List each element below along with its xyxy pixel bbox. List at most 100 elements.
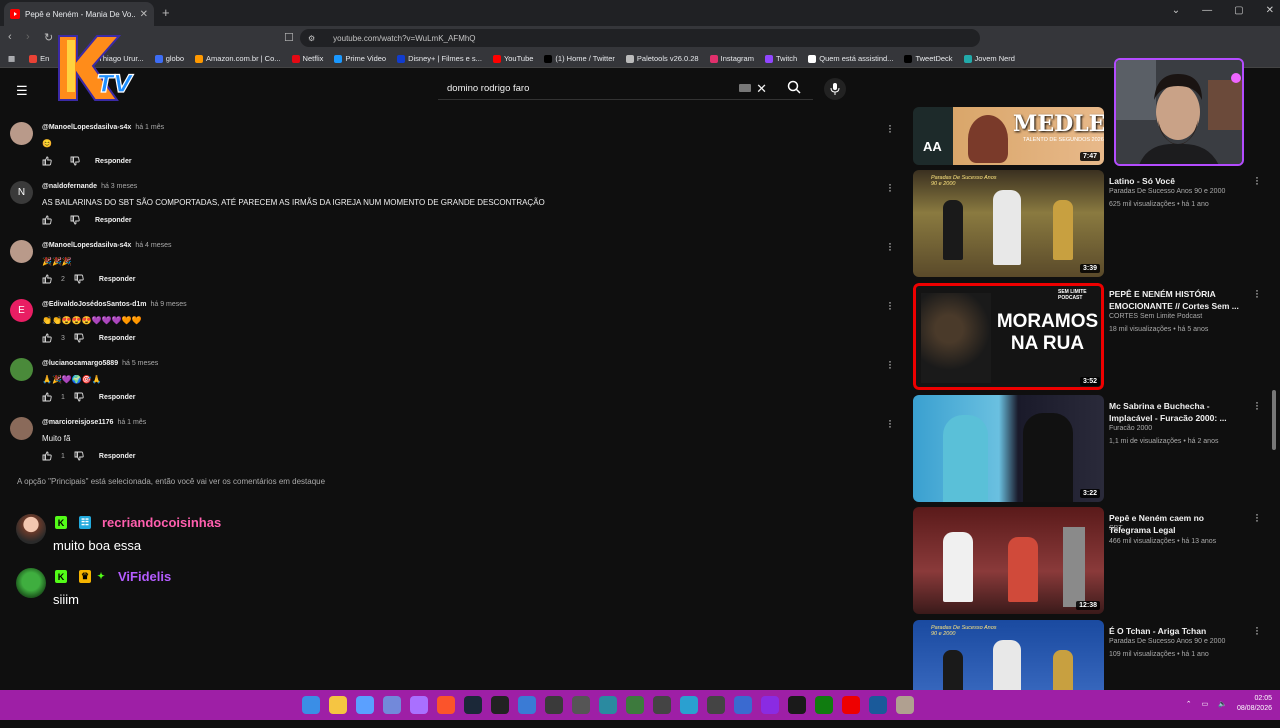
video-thumbnail[interactable]: MEDLEYTALENTO DE SEGUNDOS 2026AA7:47 [913,107,1104,165]
comment-time[interactable]: há 1 mês [135,124,164,131]
volume-icon[interactable]: 🔈 [1218,700,1227,708]
comment-options-icon[interactable]: · · · [886,296,894,314]
reply-button[interactable]: Responder [99,394,136,401]
search-icon[interactable] [787,80,801,94]
nvidia-icon[interactable] [788,696,806,714]
avatar[interactable]: E [10,299,33,322]
file-explorer-icon[interactable] [329,696,347,714]
bookmark-item[interactable]: YouTube [492,54,533,63]
tab-list-icon[interactable]: ⌄ [1172,5,1180,16]
comment-author[interactable]: @marcioreisjose1176 [42,419,113,426]
video-title[interactable]: Latino - Só Você [1109,175,1244,187]
video-title[interactable]: É O Tchan - Ariga Tchan [1109,625,1244,637]
bookmark-item[interactable]: Prime Video [334,54,386,63]
reply-button[interactable]: Responder [95,217,132,224]
dislike-icon[interactable] [70,215,80,225]
video-title[interactable]: Pepê e Neném caem no Telegrama Legal [1109,512,1244,536]
maximize-icon[interactable]: ▢ [1234,5,1243,16]
comment-author[interactable]: @ManoelLopesdasilva-s4x [42,124,131,131]
bookmark-item[interactable]: Quem está assistind... [808,54,893,63]
video-options-icon[interactable]: · · · [1253,508,1261,526]
bookmark-item[interactable]: globo [154,54,184,63]
like-icon[interactable] [42,333,52,343]
video-channel[interactable]: Furacão 2000 [1109,425,1152,432]
comment-time[interactable]: há 3 meses [101,183,137,190]
app-icon[interactable] [491,696,509,714]
comment-author[interactable]: @lucianocamargo5889 [42,360,118,367]
site-info-icon[interactable]: ⚙ [308,34,315,43]
app-icon[interactable] [572,696,590,714]
app-icon[interactable] [680,696,698,714]
bookmark-item[interactable]: TweetDeck [904,54,953,63]
video-title[interactable]: PEPÊ E NENÉM HISTÓRIA EMOCIONANTE // Cor… [1109,288,1244,312]
dislike-icon[interactable] [74,451,84,461]
app-icon[interactable] [896,696,914,714]
comment-options-icon[interactable]: · · · [886,178,894,196]
video-options-icon[interactable]: · · · [1253,171,1261,189]
bookmark-item[interactable]: Paletools v26.0.28 [625,54,699,63]
reply-button[interactable]: Responder [99,453,136,460]
avatar[interactable] [10,240,33,263]
comment-author[interactable]: @EdivaldoJosédosSantos-d1m [42,301,146,308]
comment-time[interactable]: há 9 meses [150,301,186,308]
avatar[interactable] [10,417,33,440]
close-tab-icon[interactable]: ✕ [140,9,148,20]
avatar[interactable]: N [10,181,33,204]
tray-chevron-icon[interactable]: ⌃ [1186,700,1192,708]
like-icon[interactable] [42,274,52,284]
reply-button[interactable]: Responder [99,335,136,342]
app-icon[interactable] [599,696,617,714]
comment-options-icon[interactable]: · · · [886,237,894,255]
video-channel[interactable]: Paradas De Sucesso Anos 90 e 2000 [1109,638,1225,645]
bookmark-item[interactable]: Disney+ | Filmes e s... [397,54,482,63]
clear-search-icon[interactable]: ✕ [756,81,767,97]
voice-search-icon[interactable] [824,78,846,100]
dislike-icon[interactable] [74,274,84,284]
comment-time[interactable]: há 4 meses [135,242,171,249]
app-icon[interactable] [545,696,563,714]
like-icon[interactable] [42,156,52,166]
comment-options-icon[interactable]: · · · [886,119,894,137]
close-window-icon[interactable]: ✕ [1266,5,1274,16]
dislike-icon[interactable] [74,333,84,343]
reply-button[interactable]: Responder [95,158,132,165]
browser-tab[interactable]: Pepê e Neném - Mania De Vo... ✕ [4,2,154,26]
like-icon[interactable] [42,451,52,461]
address-bar[interactable]: ⚙ youtube.com/watch?v=WuLmK_AFMhQ [300,29,980,47]
minimize-icon[interactable]: — [1202,5,1212,16]
search-box[interactable]: domino rodrigo faro ✕ [438,78,813,100]
video-title[interactable]: Mc Sabrina e Buchecha - Implacável - Fur… [1109,400,1244,424]
bookmark-icon[interactable]: ☐ [284,31,294,44]
video-options-icon[interactable]: · · · [1253,284,1261,302]
apps-icon[interactable]: ▦ [8,54,15,63]
like-icon[interactable] [42,215,52,225]
app-icon[interactable] [707,696,725,714]
related-video[interactable]: MORAMOS NA RUA SEM LIMITE PODCAST 3:52 PEPÊ… [913,283,1273,391]
app-icon[interactable] [410,696,428,714]
like-icon[interactable] [42,392,52,402]
app-icon[interactable] [626,696,644,714]
app-icon[interactable] [734,696,752,714]
comment-author[interactable]: @ManoelLopesdasilva-s4x [42,242,131,249]
bookmark-item[interactable]: (1) Home / Twitter [544,54,615,63]
windows-start-icon[interactable] [302,696,320,714]
bookmark-item[interactable]: Jovem Nerd [963,54,1015,63]
bookmark-item[interactable]: Amazon.com.br | Co... [195,54,281,63]
forward-icon[interactable]: › [26,31,30,43]
related-video[interactable]: 12:38 Pepê e Neném caem no Telegrama Lega… [913,507,1273,615]
video-thumbnail[interactable]: Paradas De Sucesso Anos 90 e 2000 3:39 [913,170,1104,277]
browser-icon[interactable] [356,696,374,714]
steam-icon[interactable] [464,696,482,714]
keyboard-icon[interactable] [739,84,751,92]
clock[interactable]: 02:05 08/08/2026 [1237,694,1272,714]
network-icon[interactable]: ▭ [1202,700,1209,708]
comment-author[interactable]: @naldofernande [42,183,97,190]
video-options-icon[interactable]: · · · [1253,621,1261,639]
comment-time[interactable]: há 1 mês [117,419,146,426]
youtube-icon[interactable] [842,696,860,714]
comment-options-icon[interactable]: · · · [886,355,894,373]
avatar[interactable] [10,358,33,381]
reload-icon[interactable]: ↻ [44,31,53,44]
related-video[interactable]: Paradas De Sucesso Anos 90 e 2000 3:39 Lat… [913,170,1273,278]
video-channel[interactable]: Paradas De Sucesso Anos 90 e 2000 [1109,188,1225,195]
